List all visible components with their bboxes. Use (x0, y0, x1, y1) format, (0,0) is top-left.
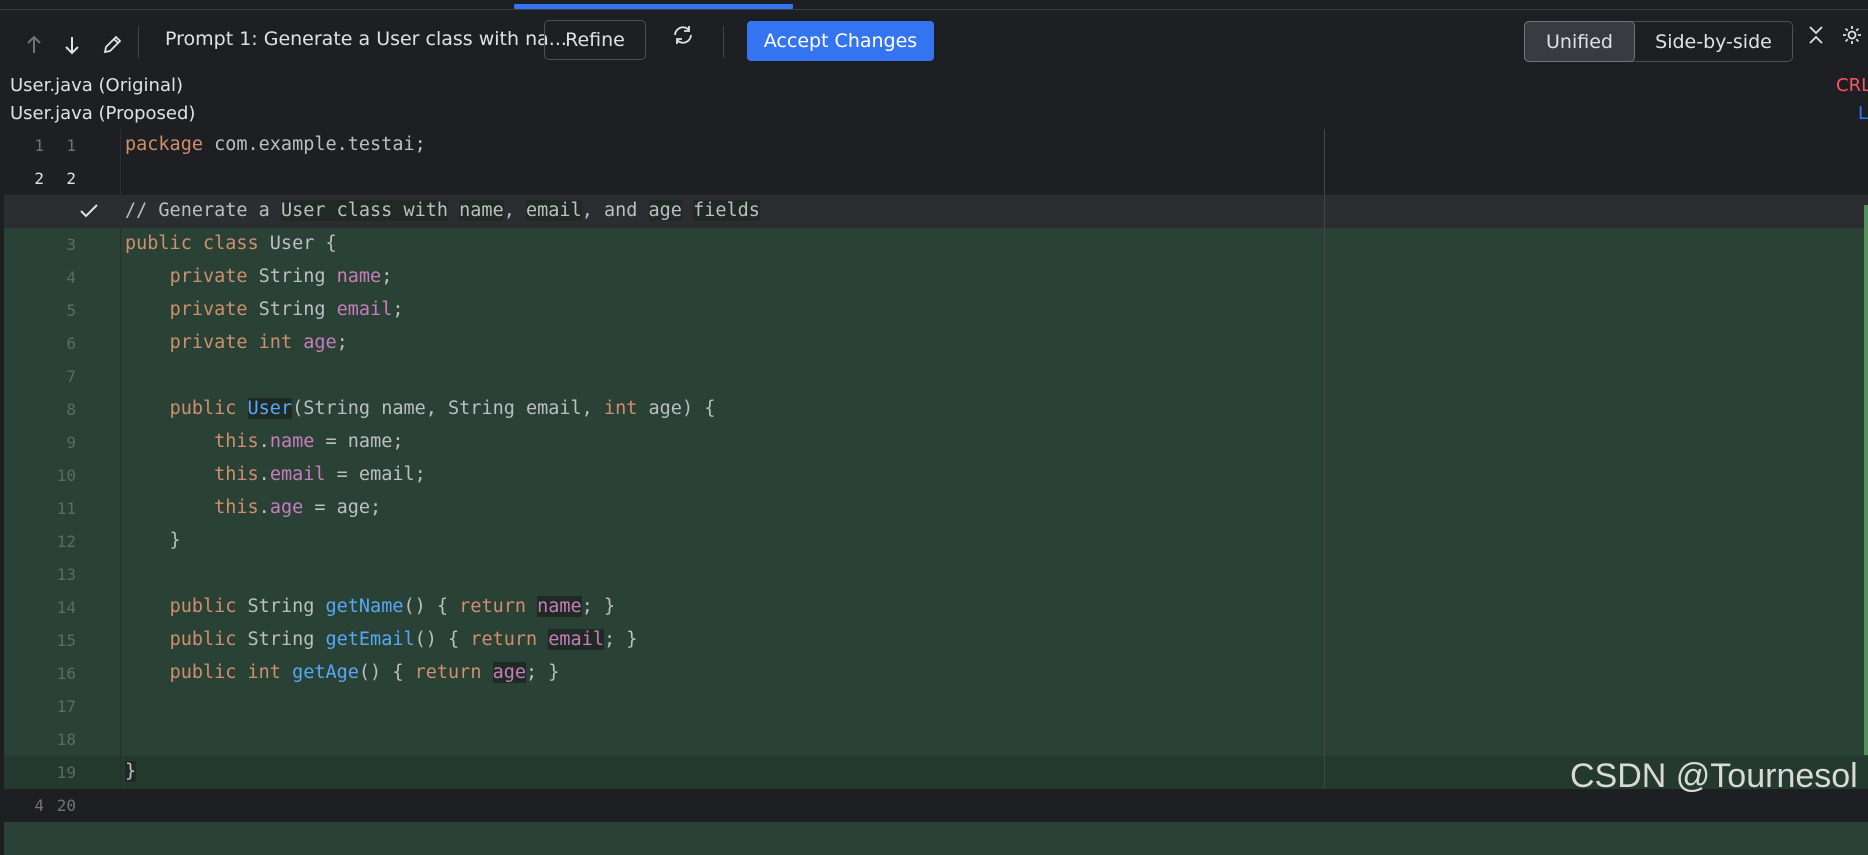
code-line: public User(String name, String email, i… (169, 398, 716, 419)
prompt-title[interactable]: Prompt 1: Generate a User class with na.… (165, 28, 567, 50)
proposed-line-number: 16 (56, 664, 76, 683)
watermark: CSDN @Tournesol (1570, 757, 1858, 795)
diff-line: 18 (0, 723, 1868, 756)
diff-line: 13 (0, 558, 1868, 591)
diff-line: 1 1 package com.example.testai; (0, 129, 1868, 162)
diff-line: 12 } (0, 525, 1868, 558)
diff-editor[interactable]: 1 1 package com.example.testai; 2 2 // G… (0, 129, 1868, 855)
diff-line: 8 public User(String name, String email,… (0, 393, 1868, 426)
code-line: this.age = age; (214, 497, 382, 518)
code-line: // Generate a User class with name, emai… (125, 200, 760, 221)
proposed-line-number: 19 (56, 763, 76, 782)
proposed-line-number: 17 (56, 697, 76, 716)
proposed-line-separator[interactable]: L (1858, 103, 1868, 124)
proposed-line-number: 12 (56, 532, 76, 551)
proposed-line-number: 9 (66, 433, 76, 452)
diff-line: // Generate a User class with name, emai… (0, 195, 1868, 228)
diff-line: 11 this.age = age; (0, 492, 1868, 525)
proposed-line-number: 8 (66, 400, 76, 419)
top-border (0, 0, 1868, 10)
proposed-line-number: 11 (56, 499, 76, 518)
code-line: private String name; (169, 266, 393, 287)
proposed-line-number: 20 (56, 796, 76, 815)
diff-line: 9 this.name = name; (0, 426, 1868, 459)
original-line-number: 2 (34, 169, 44, 188)
code-line: public String getEmail() { return email;… (169, 629, 638, 650)
diff-line: 3 public class User { (0, 228, 1868, 261)
diff-line: 10 this.email = email; (0, 459, 1868, 492)
proposed-line-number: 18 (56, 730, 76, 749)
arrow-down-icon[interactable] (58, 30, 86, 60)
original-line-separator[interactable]: CRL (1836, 75, 1868, 96)
progress-indicator (514, 4, 793, 9)
code-line: this.email = email; (214, 464, 426, 485)
collapse-icon[interactable] (1802, 20, 1830, 50)
proposed-line-number: 2 (66, 169, 76, 188)
proposed-line-number: 4 (66, 268, 76, 287)
code-line: } (125, 761, 137, 782)
code-line: package com.example.testai; (125, 134, 426, 155)
pencil-icon[interactable] (98, 30, 126, 60)
diff-line: 4 private String name; (0, 261, 1868, 294)
toolbar-separator (723, 26, 724, 58)
diff-line: 15 public String getEmail() { return ema… (0, 624, 1868, 657)
proposed-line-number: 14 (56, 598, 76, 617)
proposed-line-number: 1 (66, 136, 76, 155)
diff-line: 7 (0, 360, 1868, 393)
toolbar-separator (138, 26, 139, 58)
gear-icon[interactable] (1838, 20, 1866, 50)
code-line: public class User { (125, 233, 337, 254)
unified-view-button[interactable]: Unified (1524, 21, 1635, 62)
proposed-file-label: User.java (Proposed) (10, 103, 196, 124)
proposed-line-number: 10 (56, 466, 76, 485)
code-line: this.name = name; (214, 431, 404, 452)
diff-line: 6 private int age; (0, 327, 1868, 360)
proposed-line-number: 3 (66, 235, 76, 254)
diff-line: 17 (0, 690, 1868, 723)
diff-line: 5 private String email; (0, 294, 1868, 327)
check-icon[interactable] (78, 201, 100, 226)
original-line-number: 4 (34, 796, 44, 815)
code-line: public String getName() { return name; } (169, 596, 616, 617)
proposed-line-number: 15 (56, 631, 76, 650)
side-by-side-view-button[interactable]: Side-by-side (1635, 22, 1792, 61)
proposed-line-number: 6 (66, 334, 76, 353)
proposed-line-number: 5 (66, 301, 76, 320)
code-line: public int getAge() { return age; } (169, 662, 560, 683)
diff-line: 14 public String getName() { return name… (0, 591, 1868, 624)
proposed-line-number: 7 (66, 367, 76, 386)
arrow-up-icon[interactable] (20, 30, 48, 60)
diff-line: 16 public int getAge() { return age; } (0, 657, 1868, 690)
diff-line: 2 2 (0, 162, 1868, 195)
view-mode-toggle: Unified Side-by-side (1524, 21, 1793, 62)
original-line-number: 1 (34, 136, 44, 155)
refine-button[interactable]: Refine (544, 20, 646, 60)
code-line: private String email; (169, 299, 404, 320)
code-line: } (125, 530, 181, 551)
sync-icon[interactable] (669, 20, 697, 50)
code-line: private int age; (169, 332, 348, 353)
diff-toolbar: Prompt 1: Generate a User class with na.… (0, 10, 1868, 72)
accept-changes-button[interactable]: Accept Changes (747, 21, 934, 61)
original-file-label: User.java (Original) (10, 75, 184, 96)
proposed-line-number: 13 (56, 565, 76, 584)
